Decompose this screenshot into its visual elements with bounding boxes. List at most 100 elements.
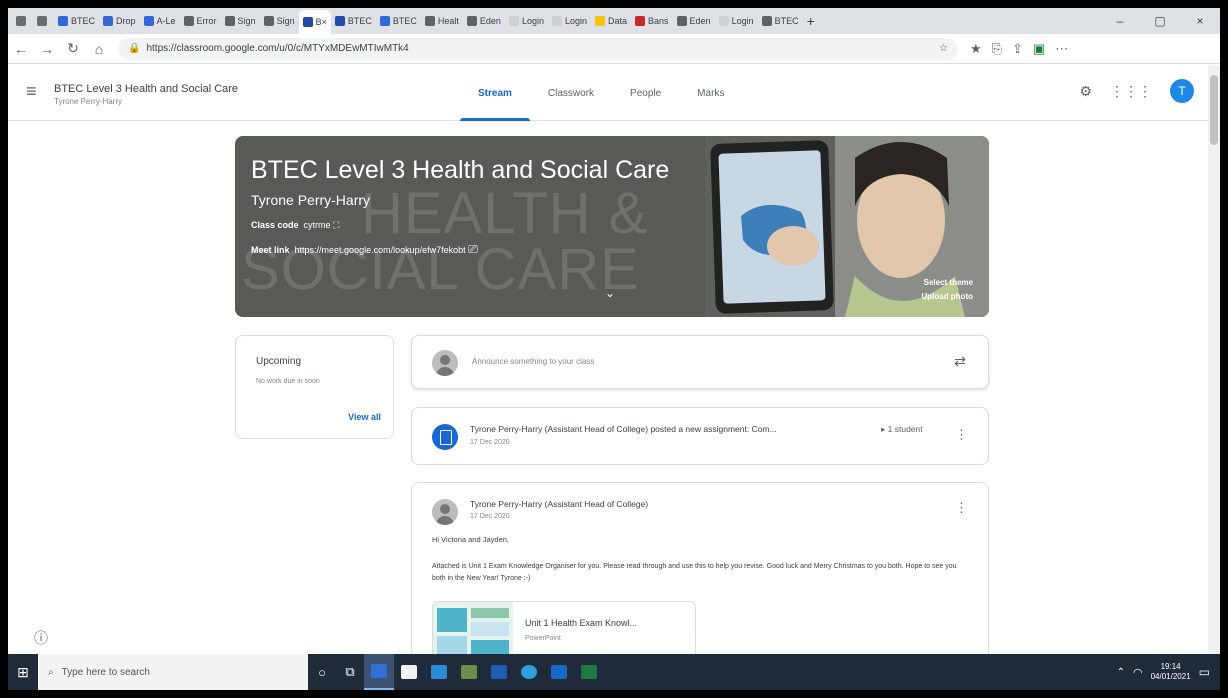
select-theme-button[interactable]: Select theme bbox=[924, 278, 973, 287]
network-icon[interactable]: ◠ bbox=[1133, 666, 1143, 679]
favorites-icon[interactable]: ★ bbox=[970, 41, 982, 57]
browser-tab[interactable]: Bans bbox=[631, 11, 673, 31]
tab-label: Healt bbox=[437, 16, 459, 26]
notifications-icon[interactable]: ▭ bbox=[1199, 665, 1210, 679]
announcement-post: Tyrone Perry-Harry (Assistant Head of Co… bbox=[411, 482, 989, 672]
tab-favicon-icon bbox=[263, 16, 274, 26]
video-camera-icon[interactable]: ⎚ bbox=[468, 242, 478, 256]
home-icon[interactable]: ⌂ bbox=[86, 41, 112, 57]
task-view-icon[interactable]: ⧉ bbox=[336, 654, 364, 690]
tab-people[interactable]: People bbox=[612, 65, 679, 121]
browser-tab[interactable] bbox=[33, 11, 54, 31]
cortana-icon[interactable]: ○ bbox=[308, 654, 336, 690]
windows-taskbar: ⊞ ⌕ Type here to search ○ ⧉ ⌃ ◠ 19:14 04… bbox=[8, 654, 1220, 690]
assignment-student-count: ▸ 1 student bbox=[881, 424, 923, 434]
tab-favicon-icon bbox=[143, 16, 154, 26]
more-options-icon[interactable]: ⋮ bbox=[955, 427, 968, 443]
attachment-name[interactable]: Unit 1 Health Exam Knowl... bbox=[525, 618, 637, 628]
taskbar-app-active[interactable] bbox=[364, 654, 394, 690]
browser-tab[interactable]: B × bbox=[298, 10, 331, 34]
post-more-options-icon[interactable]: ⋮ bbox=[955, 500, 968, 516]
announce-placeholder[interactable]: Announce something to your class bbox=[472, 357, 594, 366]
tab-label: BTEC bbox=[392, 16, 417, 26]
course-title[interactable]: BTEC Level 3 Health and Social Care bbox=[54, 83, 238, 95]
system-tray: ⌃ ◠ 19:14 04/01/2021 ▭ bbox=[1117, 662, 1220, 682]
forward-icon[interactable]: → bbox=[34, 41, 60, 57]
taskbar-app-icon[interactable] bbox=[454, 654, 484, 690]
browser-tab[interactable]: Login bbox=[715, 11, 758, 31]
close-tab-icon[interactable]: × bbox=[322, 17, 327, 27]
browser-tab[interactable]: BTEC bbox=[376, 11, 421, 31]
browser-tab[interactable]: Healt bbox=[421, 11, 463, 31]
taskbar-store-icon[interactable] bbox=[394, 654, 424, 690]
windows-start-icon[interactable]: ⊞ bbox=[8, 664, 38, 681]
browser-tab[interactable]: Eden bbox=[463, 11, 505, 31]
browser-tab[interactable]: BTEC bbox=[331, 11, 376, 31]
browser-tab[interactable]: Login bbox=[548, 11, 591, 31]
extension-icon[interactable]: ▣ bbox=[1033, 41, 1045, 57]
tab-stream[interactable]: Stream bbox=[460, 65, 530, 121]
assignment-text[interactable]: Tyrone Perry-Harry (Assistant Head of Co… bbox=[470, 424, 777, 434]
taskbar-search-input[interactable]: ⌕ Type here to search bbox=[38, 654, 308, 690]
browser-tab[interactable]: Eden bbox=[673, 11, 715, 31]
assignment-post[interactable]: Tyrone Perry-Harry (Assistant Head of Co… bbox=[411, 407, 989, 465]
tab-favicon-icon bbox=[16, 16, 26, 26]
taskbar-excel-icon[interactable] bbox=[574, 654, 604, 690]
browser-tab[interactable]: BTEC bbox=[54, 11, 99, 31]
class-banner: HEALTH & SOCIAL CARE BTEC Level 3 Health… bbox=[235, 136, 989, 317]
taskbar-mail-icon[interactable] bbox=[424, 654, 454, 690]
tab-label: Login bbox=[564, 16, 587, 26]
browser-tab[interactable]: BTEC bbox=[758, 11, 803, 31]
upload-photo-button[interactable]: Upload photo bbox=[921, 292, 973, 301]
browser-tab[interactable]: Sign bbox=[221, 11, 260, 31]
tab-favicon-icon bbox=[379, 16, 390, 26]
refresh-icon[interactable]: ↻ bbox=[60, 40, 86, 57]
tab-favicon-icon bbox=[718, 16, 729, 26]
browser-tab[interactable]: Login bbox=[505, 11, 548, 31]
menu-icon[interactable]: ≡ bbox=[26, 81, 37, 102]
announce-box[interactable]: Announce something to your class ⇄ bbox=[411, 335, 989, 389]
fullscreen-icon[interactable]: ⛶ bbox=[333, 220, 339, 230]
taskbar-app-icon[interactable] bbox=[484, 654, 514, 690]
chevron-down-icon[interactable]: ⌄ bbox=[605, 286, 615, 300]
share-icon[interactable]: ⇪ bbox=[1012, 41, 1023, 57]
url-input[interactable]: 🔒 https://classroom.google.com/u/0/c/MTY… bbox=[118, 37, 958, 60]
tab-label: Drop bbox=[116, 16, 136, 26]
favorite-star-icon[interactable]: ☆ bbox=[939, 43, 948, 54]
maximize-button[interactable]: ▢ bbox=[1140, 8, 1180, 34]
chevron-up-icon[interactable]: ⌃ bbox=[1117, 667, 1125, 678]
tab-label: BTEC bbox=[71, 16, 96, 26]
new-tab-button[interactable]: + bbox=[803, 11, 819, 31]
taskbar-app-icon[interactable] bbox=[544, 654, 574, 690]
browser-tab[interactable]: Sign bbox=[260, 11, 299, 31]
back-icon[interactable]: ← bbox=[8, 41, 34, 57]
clock[interactable]: 19:14 04/01/2021 bbox=[1151, 662, 1191, 682]
close-window-button[interactable]: × bbox=[1180, 8, 1220, 34]
search-placeholder: Type here to search bbox=[61, 666, 150, 678]
account-avatar[interactable]: T bbox=[1170, 79, 1194, 103]
browser-tab[interactable] bbox=[12, 11, 33, 31]
help-icon[interactable]: ⓘ bbox=[34, 628, 48, 648]
more-icon[interactable]: ⋯ bbox=[1055, 41, 1068, 57]
taskbar-ie-icon[interactable] bbox=[514, 654, 544, 690]
page-scrollbar[interactable] bbox=[1208, 65, 1220, 654]
browser-tab[interactable]: A-Le bbox=[140, 11, 180, 31]
tab-label: Eden bbox=[479, 16, 501, 26]
tab-marks[interactable]: Marks bbox=[679, 65, 742, 121]
tab-classwork[interactable]: Classwork bbox=[530, 65, 612, 121]
meet-link-url[interactable]: https://meet.google.com/lookup/efw7fekob… bbox=[295, 245, 466, 255]
tab-label: Error bbox=[196, 16, 217, 26]
browser-tab[interactable]: Data bbox=[591, 11, 631, 31]
minimize-button[interactable]: – bbox=[1100, 8, 1140, 34]
browser-tab-strip: BTEC Drop A-Le Error Sign Sign B × BTEC BTEC Heal… bbox=[8, 8, 1220, 34]
repost-icon[interactable]: ⇄ bbox=[954, 353, 966, 370]
tab-favicon-icon bbox=[551, 16, 562, 26]
apps-grid-icon[interactable]: ⋮⋮⋮ bbox=[1110, 83, 1152, 100]
tab-label: A-Le bbox=[156, 16, 176, 26]
view-all-link[interactable]: View all bbox=[348, 412, 381, 422]
settings-gear-icon[interactable]: ⚙ bbox=[1079, 83, 1092, 100]
browser-tab[interactable]: Drop bbox=[99, 11, 140, 31]
banner-title: BTEC Level 3 Health and Social Care bbox=[251, 156, 670, 184]
browser-tab[interactable]: Error bbox=[180, 11, 221, 31]
collections-icon[interactable]: ⎘ bbox=[992, 41, 1002, 57]
